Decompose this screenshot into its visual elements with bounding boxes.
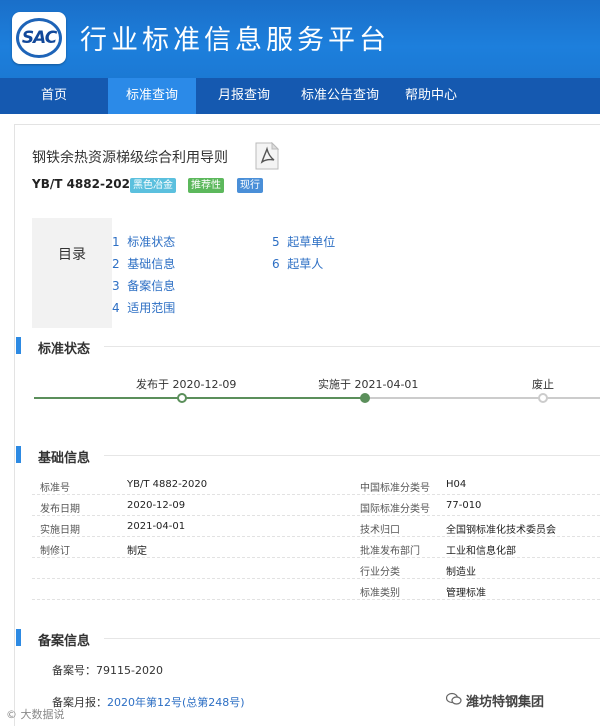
field-value: 2020-12-09 — [127, 500, 186, 511]
section-title-filing: 备案信息 — [38, 634, 91, 649]
badge-status: 现行 — [237, 178, 263, 193]
field-label: 制修订 — [40, 546, 70, 557]
nav-standard-search[interactable]: 标准查询 — [108, 78, 196, 114]
field-label: 标准号 — [40, 483, 70, 494]
field-label: 行业分类 — [360, 567, 400, 578]
section-divider — [104, 455, 600, 456]
section-marker — [16, 337, 21, 354]
field-value: 工业和信息化部 — [446, 546, 516, 557]
field-value: H04 — [446, 479, 467, 490]
logo-text: SAC — [21, 28, 57, 48]
toc-item-drafters[interactable]: 6 起草人 — [272, 255, 323, 272]
content-card — [14, 124, 600, 726]
section-marker — [16, 446, 21, 463]
timeline-label-abolished: 废止 — [532, 378, 554, 391]
badge-category: 黑色冶金 — [130, 178, 176, 193]
field-value: 制定 — [127, 546, 147, 557]
section-title-basic: 基础信息 — [38, 451, 91, 466]
field-value: 2021-04-01 — [127, 521, 186, 532]
timeline-dot-implemented — [360, 393, 370, 403]
filing-monthly-report-link[interactable]: 2020年第12号(总第248号) — [107, 696, 245, 709]
site-header: SAC 行业标准信息服务平台 — [0, 0, 600, 78]
standard-number: YB/T 4882-2020 — [32, 177, 139, 191]
filing-monthly-report: 备案月报：2020年第12号(总第248号) — [52, 696, 245, 709]
badge-type: 推荐性 — [188, 178, 224, 193]
field-label: 批准发布部门 — [360, 546, 420, 557]
field-label: 发布日期 — [40, 504, 80, 515]
filing-number: 备案号：79115-2020 — [52, 664, 163, 677]
table-row — [32, 558, 600, 579]
toc-item-filing[interactable]: 3 备案信息 — [112, 277, 175, 294]
sac-logo[interactable]: SAC — [12, 12, 66, 64]
nav-help-center[interactable]: 帮助中心 — [388, 78, 474, 114]
watermark-left: © 大数据说 — [6, 708, 65, 721]
toc-item-status[interactable]: 1 标准状态 — [112, 233, 175, 250]
field-value: 全国钢标准化技术委员会 — [446, 525, 556, 536]
timeline-dot-abolished — [538, 393, 548, 403]
timeline-label-implemented: 实施于 2021-04-01 — [318, 378, 419, 391]
toc-item-scope[interactable]: 4 适用范围 — [112, 299, 175, 316]
nav-announcement-search[interactable]: 标准公告查询 — [292, 78, 388, 114]
wechat-icon — [446, 692, 462, 705]
section-marker — [16, 629, 21, 646]
timeline-done-line — [34, 397, 365, 399]
table-row — [32, 474, 600, 495]
section-divider — [104, 638, 600, 639]
timeline-dot-published — [177, 393, 187, 403]
field-label: 技术归口 — [360, 525, 400, 536]
timeline-pending-line — [365, 397, 600, 399]
section-divider — [104, 346, 600, 347]
toc-label: 目录 — [58, 247, 86, 263]
field-value: 制造业 — [446, 567, 476, 578]
timeline-label-published: 发布于 2020-12-09 — [136, 378, 237, 391]
main-nav: 首页 标准查询 月报查询 标准公告查询 帮助中心 — [0, 78, 600, 114]
toc-item-drafting-unit[interactable]: 5 起草单位 — [272, 233, 335, 250]
nav-monthly-report[interactable]: 月报查询 — [196, 78, 292, 114]
field-value: 管理标准 — [446, 588, 486, 599]
field-label: 标准类别 — [360, 588, 400, 599]
watermark-right: 潍坊特钢集团 — [466, 695, 545, 710]
site-title: 行业标准信息服务平台 — [80, 25, 390, 56]
field-label: 中国标准分类号 — [360, 483, 430, 494]
table-row — [32, 579, 600, 600]
field-value: 77-010 — [446, 500, 482, 511]
pdf-icon[interactable] — [254, 142, 280, 170]
doc-title: 钢铁余热资源梯级综合利用导则 — [32, 150, 228, 166]
field-value: YB/T 4882-2020 — [127, 479, 208, 490]
table-row — [32, 495, 600, 516]
field-label: 国际标准分类号 — [360, 504, 430, 515]
section-title-status: 标准状态 — [38, 342, 91, 357]
toc-item-basic[interactable]: 2 基础信息 — [112, 255, 175, 272]
field-label: 实施日期 — [40, 525, 80, 536]
toc-label-box: 目录 — [32, 218, 112, 328]
nav-home[interactable]: 首页 — [0, 78, 108, 114]
